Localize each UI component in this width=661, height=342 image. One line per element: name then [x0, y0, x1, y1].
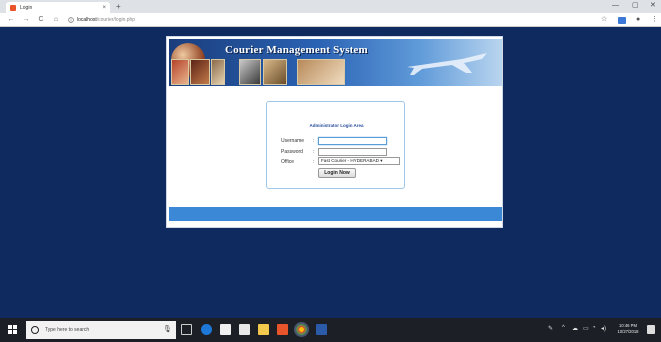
- info-icon: [68, 16, 74, 23]
- file-explorer-icon[interactable]: [258, 324, 269, 335]
- username-colon: :: [313, 138, 315, 144]
- username-input[interactable]: [318, 137, 387, 145]
- login-panel: Administrator Login Area Username : Pass…: [266, 101, 405, 189]
- courier-photo-3: [211, 59, 225, 85]
- clock-date: 10/27/2018: [617, 329, 639, 334]
- courier-photo-1: [171, 59, 189, 85]
- back-icon[interactable]: ←: [7, 16, 15, 23]
- taskbar-search-box[interactable]: Type here to search: [26, 321, 176, 339]
- volume-icon[interactable]: ◂): [601, 325, 606, 332]
- wifi-icon[interactable]: ◔: [592, 325, 596, 331]
- tray-chevron-up-icon[interactable]: ^: [562, 325, 565, 331]
- new-tab-icon[interactable]: +: [116, 2, 121, 11]
- password-input[interactable]: [318, 148, 387, 156]
- reload-icon[interactable]: C: [37, 16, 45, 23]
- courier-photo-5: [263, 59, 287, 85]
- browser-tab[interactable]: Login ×: [6, 2, 110, 13]
- bookmark-star-icon[interactable]: ☆: [601, 16, 607, 24]
- header-banner: Courier Management System: [169, 39, 502, 86]
- notification-icon[interactable]: [647, 325, 655, 334]
- page-container: Courier Management System Administrator …: [166, 36, 503, 228]
- close-window-icon[interactable]: ✕: [650, 1, 656, 11]
- login-heading: Administrator Login Area: [309, 123, 364, 128]
- forward-icon[interactable]: →: [22, 16, 30, 23]
- search-placeholder: Type here to search: [45, 327, 90, 333]
- browser-toolbar: ← → C ⌂ localhost /courier/login.php: [0, 13, 661, 27]
- tab-close-icon[interactable]: ×: [102, 5, 106, 11]
- search-icon: [31, 326, 39, 334]
- courier-photo-6: [297, 59, 345, 85]
- address-host: localhost: [77, 16, 97, 23]
- taskbar-clock[interactable]: 10:46 PM 10/27/2018: [613, 323, 643, 335]
- office-select[interactable]: Fast Courier - HYDERABAD ▾: [318, 157, 400, 165]
- courier-photo-2: [190, 59, 210, 85]
- chrome-icon[interactable]: [294, 322, 309, 337]
- password-label: Password: [281, 149, 303, 155]
- login-now-button[interactable]: Login Now: [318, 168, 356, 178]
- edge-browser-icon[interactable]: [201, 324, 212, 335]
- username-label: Username: [281, 138, 305, 144]
- maximize-icon[interactable]: ▢: [632, 1, 639, 11]
- tab-title: Login: [20, 4, 33, 11]
- address-path: /courier/login.php: [96, 16, 136, 23]
- password-colon: :: [313, 149, 315, 155]
- store-icon[interactable]: [220, 324, 231, 335]
- office-colon: :: [313, 159, 315, 165]
- address-bar[interactable]: localhost /courier/login.php: [68, 15, 588, 25]
- browser-tab-strip: Login × + — ▢ ✕: [0, 0, 661, 13]
- microphone-icon[interactable]: 🎙: [163, 325, 172, 333]
- windows-taskbar: Type here to search 🎙 ✎ ^ ☁ ▭ ◔ ◂) 10:46…: [0, 318, 661, 342]
- menu-icon[interactable]: ⋮: [651, 16, 658, 24]
- office-label: Office: [281, 159, 294, 165]
- mail-icon[interactable]: [239, 324, 250, 335]
- account-icon[interactable]: ●: [636, 16, 640, 24]
- minimize-icon[interactable]: —: [612, 1, 619, 11]
- task-view-icon[interactable]: [181, 324, 192, 335]
- airplane-image: [407, 53, 487, 75]
- battery-icon[interactable]: ▭: [583, 325, 589, 332]
- banner-title: Courier Management System: [225, 44, 368, 56]
- xampp-icon[interactable]: [277, 324, 288, 335]
- footer-bar: [169, 207, 502, 221]
- windows-start-icon[interactable]: [8, 325, 18, 335]
- home-icon[interactable]: ⌂: [52, 16, 60, 23]
- tray-app-icon[interactable]: ✎: [548, 325, 553, 332]
- word-icon[interactable]: [316, 324, 327, 335]
- extension-icon[interactable]: [618, 17, 626, 24]
- tray-cloud-icon[interactable]: ☁: [572, 325, 578, 332]
- courier-photo-4: [239, 59, 261, 85]
- site-favicon-icon: [10, 4, 16, 11]
